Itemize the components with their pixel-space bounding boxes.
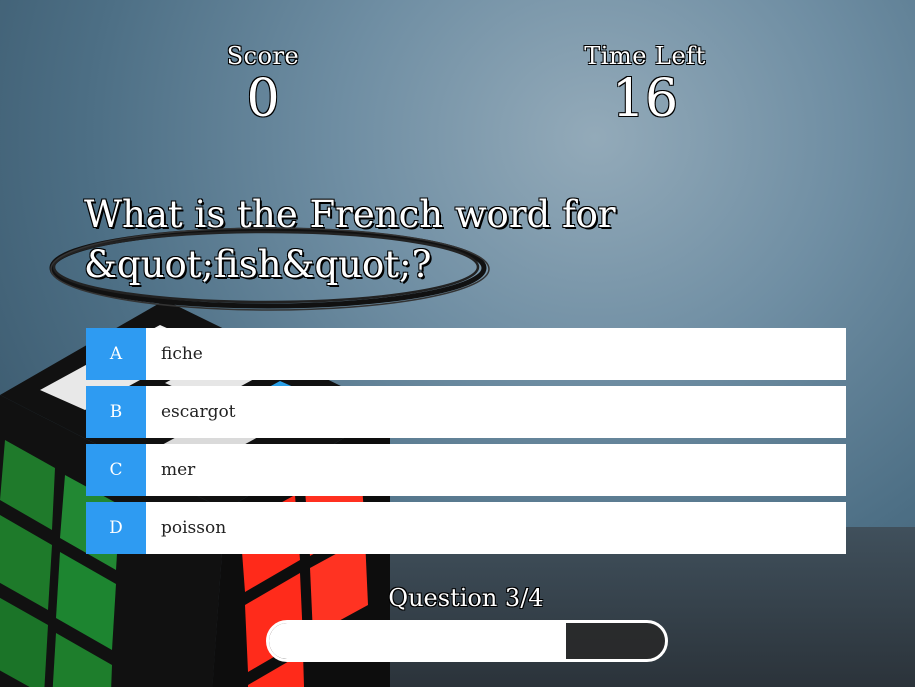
time-left-label: Time Left	[584, 42, 706, 70]
score-value: 0	[246, 69, 280, 129]
question-text: What is the French word for &quot;fish&q…	[84, 193, 616, 286]
answer-letter: A	[86, 328, 146, 380]
progress-bar	[266, 620, 668, 662]
answer-option-c[interactable]: C mer	[86, 444, 846, 496]
answer-option-b[interactable]: B escargot	[86, 386, 846, 438]
time-left-value: 16	[611, 69, 679, 129]
answer-letter: D	[86, 502, 146, 554]
timer-panel: Time Left 16	[560, 42, 730, 130]
answer-list: A fiche B escargot C mer D poisson	[86, 328, 846, 560]
answer-letter: B	[86, 386, 146, 438]
answer-text: escargot	[161, 402, 236, 422]
question-counter: Question 3/4	[388, 584, 544, 612]
answer-text: mer	[161, 460, 196, 480]
answer-letter: C	[86, 444, 146, 496]
question-container: What is the French word for &quot;fish&q…	[84, 190, 784, 290]
answer-option-d[interactable]: D poisson	[86, 502, 846, 554]
answer-text: poisson	[161, 518, 227, 538]
answer-option-a[interactable]: A fiche	[86, 328, 846, 380]
progress-bar-fill	[269, 623, 566, 659]
answer-text: fiche	[161, 344, 203, 364]
score-label: Score	[226, 42, 300, 70]
score-panel: Score 0	[193, 42, 333, 130]
